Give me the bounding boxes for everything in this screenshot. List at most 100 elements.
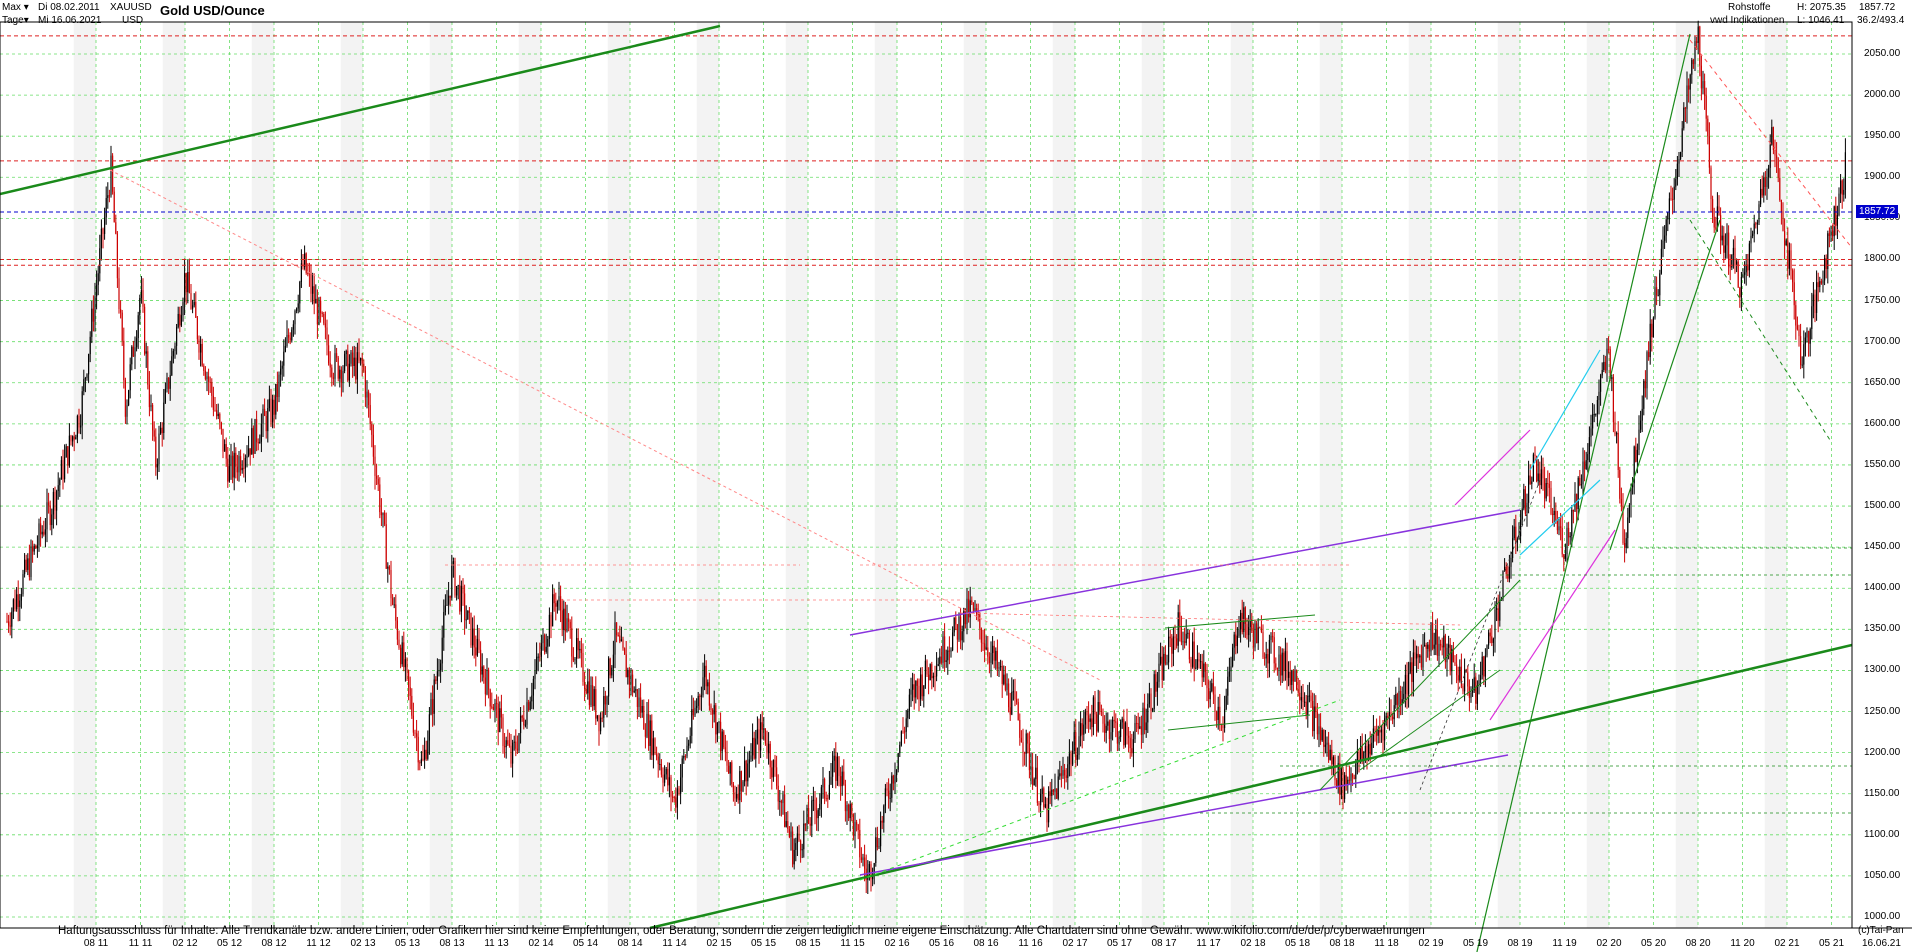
candle-body — [1484, 655, 1486, 677]
current-price-marker: 1857.72 — [1856, 205, 1899, 219]
x-tick-label: 08 18 — [1329, 938, 1355, 949]
x-tick-label: 05 21 — [1818, 938, 1845, 949]
end-date: 16.06.21 — [1862, 938, 1901, 949]
candle-body — [334, 353, 336, 379]
candle-body — [382, 512, 384, 516]
candle-body — [76, 415, 78, 438]
interval-selector[interactable]: Tage▾ — [2, 15, 29, 27]
candle-body — [267, 408, 269, 432]
x-tick-label: 02 12 — [172, 938, 198, 949]
candle-body — [1201, 661, 1203, 678]
band — [1586, 22, 1609, 928]
candle-body — [1700, 65, 1702, 89]
candle-body — [636, 689, 638, 707]
candle-body — [1833, 206, 1835, 237]
candle-body — [1304, 701, 1306, 703]
candle-body — [1273, 637, 1275, 664]
candle-body — [1801, 364, 1803, 366]
candle-body — [1172, 636, 1174, 654]
candle-body — [985, 647, 987, 650]
candle-body — [1286, 651, 1288, 678]
candle-body — [444, 605, 446, 613]
candle-body — [624, 648, 626, 655]
candle-body — [956, 624, 958, 640]
candle-body — [750, 755, 752, 760]
candle-body — [316, 298, 318, 325]
candle-body — [424, 749, 426, 760]
candle-body — [766, 743, 768, 754]
candle-body — [1606, 348, 1608, 371]
x-tick-label: 11 16 — [1018, 938, 1043, 949]
candle-body — [393, 604, 395, 606]
candle-body — [1404, 674, 1406, 694]
candle-body — [796, 833, 798, 844]
candle-body — [232, 455, 234, 478]
x-tick-label: 05 20 — [1640, 938, 1667, 949]
candle-body — [948, 650, 950, 652]
candle-body — [883, 805, 885, 823]
candle-body — [43, 531, 45, 535]
candle-body — [993, 645, 995, 661]
candle-body — [86, 374, 88, 379]
candle-body — [1291, 670, 1293, 685]
candle-body — [1579, 477, 1581, 486]
candle-body — [1750, 235, 1752, 244]
candle-body — [958, 616, 960, 640]
candle-body — [510, 745, 512, 764]
candle-body — [1462, 685, 1464, 692]
candle-body — [1289, 671, 1291, 685]
candle-body — [1177, 612, 1179, 646]
x-tick-label: 02 14 — [528, 938, 554, 949]
candle-body — [590, 685, 592, 706]
candle-body — [1729, 266, 1731, 268]
candle-body — [838, 756, 840, 777]
candle-body — [1643, 380, 1645, 409]
candle-body — [1718, 206, 1720, 216]
candle-body — [630, 674, 632, 685]
candle-body — [432, 698, 434, 714]
candle-body — [513, 741, 515, 743]
candle-body — [142, 290, 144, 307]
candle-body — [945, 660, 947, 662]
candle-body — [1024, 751, 1026, 754]
candle-body — [1486, 645, 1488, 656]
candle-body — [680, 777, 682, 794]
candle-body — [100, 228, 102, 249]
x-tick-label: 11 15 — [840, 938, 865, 949]
candle-body — [552, 594, 554, 627]
candle-body — [540, 643, 542, 657]
candle-body — [892, 775, 894, 784]
candle-body — [1760, 188, 1762, 205]
candle-body — [518, 733, 520, 751]
candle-body — [25, 559, 27, 570]
candle-body — [281, 365, 283, 369]
candle-body — [1164, 653, 1166, 664]
candle-body — [1628, 505, 1630, 518]
candle-body — [702, 677, 704, 696]
x-tick-label: 08 11 — [83, 938, 109, 949]
candle-body — [35, 545, 37, 549]
price-chart[interactable] — [0, 0, 1912, 952]
x-tick-label: 02 13 — [350, 938, 376, 949]
candle-body — [916, 680, 918, 686]
candle-body — [492, 707, 494, 711]
candle-body — [726, 752, 728, 766]
candle-body — [1230, 666, 1232, 672]
candle-body — [462, 586, 464, 594]
candle-body — [347, 350, 349, 381]
candle-body — [1544, 478, 1546, 499]
candle-body — [475, 647, 477, 656]
candle-body — [1691, 59, 1693, 75]
x-tick-label: 05 12 — [216, 938, 243, 949]
range-selector[interactable]: Max ▾ — [2, 2, 29, 14]
candle-body — [1331, 749, 1333, 765]
candle-body — [180, 315, 182, 326]
candle-body — [1000, 665, 1002, 668]
candle-body — [1072, 751, 1074, 765]
x-tick-label: 11 12 — [306, 938, 331, 949]
x-tick-label: 08 13 — [439, 938, 465, 949]
candle-body — [166, 377, 168, 389]
candle-body — [681, 758, 683, 778]
candle-body — [707, 682, 709, 687]
candle-body — [710, 705, 712, 711]
